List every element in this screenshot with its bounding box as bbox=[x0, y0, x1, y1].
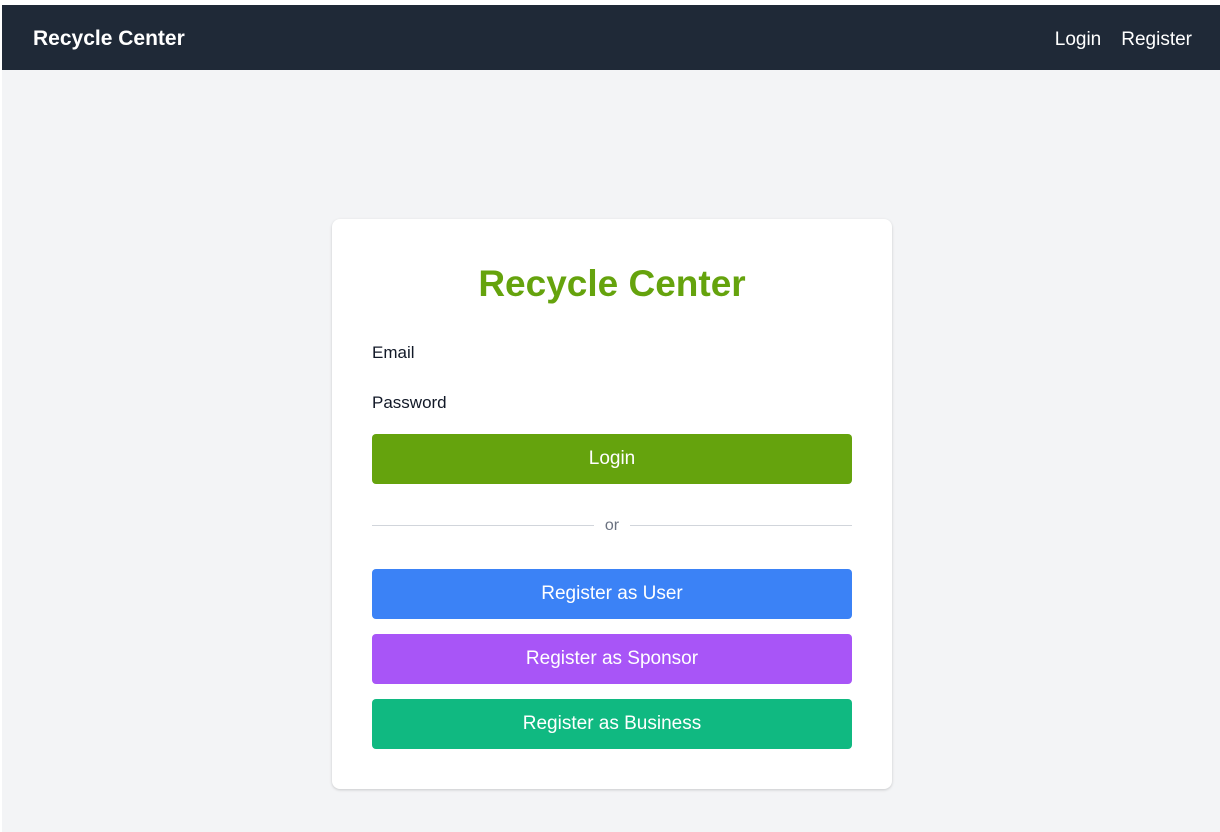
register-business-button[interactable]: Register as Business bbox=[372, 699, 852, 749]
divider-line-right bbox=[630, 525, 852, 526]
nav-login-link[interactable]: Login bbox=[1055, 26, 1102, 54]
or-divider: or bbox=[372, 516, 852, 536]
divider-text: or bbox=[604, 517, 620, 534]
register-sponsor-button[interactable]: Register as Sponsor bbox=[372, 634, 852, 684]
app-frame: Recycle Center Login Register Recycle Ce… bbox=[2, 5, 1220, 832]
card-title: Recycle Center bbox=[478, 263, 746, 304]
email-label: Email bbox=[372, 343, 415, 362]
login-button[interactable]: Login bbox=[372, 434, 852, 484]
top-navbar: Recycle Center Login Register bbox=[2, 5, 1220, 70]
register-user-button[interactable]: Register as User bbox=[372, 569, 852, 619]
login-card: Recycle Center Email Password Login or R… bbox=[332, 219, 892, 789]
brand-logo-link[interactable]: Recycle Center bbox=[33, 25, 185, 53]
nav-register-link[interactable]: Register bbox=[1121, 26, 1192, 54]
password-label: Password bbox=[372, 393, 447, 412]
nav-links: Login Register bbox=[1055, 26, 1192, 54]
